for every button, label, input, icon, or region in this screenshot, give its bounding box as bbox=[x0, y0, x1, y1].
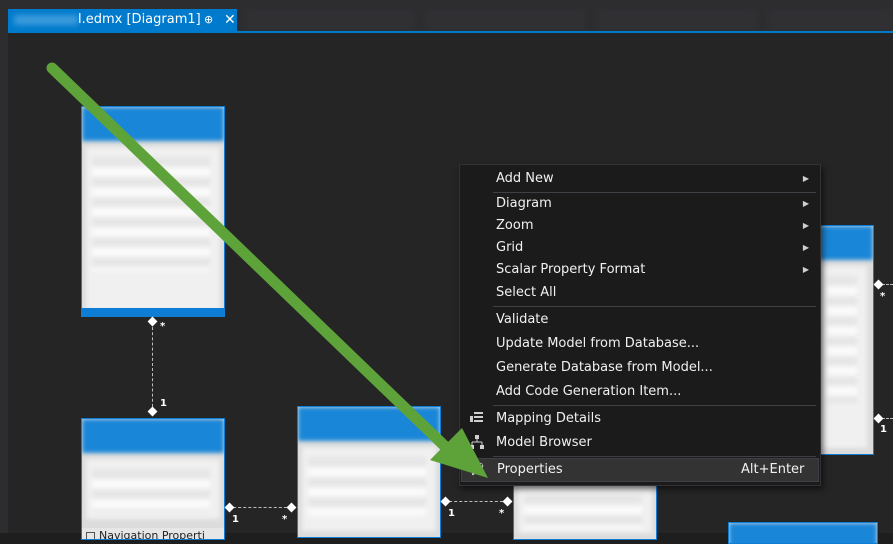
annotation-arrow-overlay bbox=[46, 62, 488, 478]
annotation-arrow-shaft bbox=[46, 62, 461, 462]
